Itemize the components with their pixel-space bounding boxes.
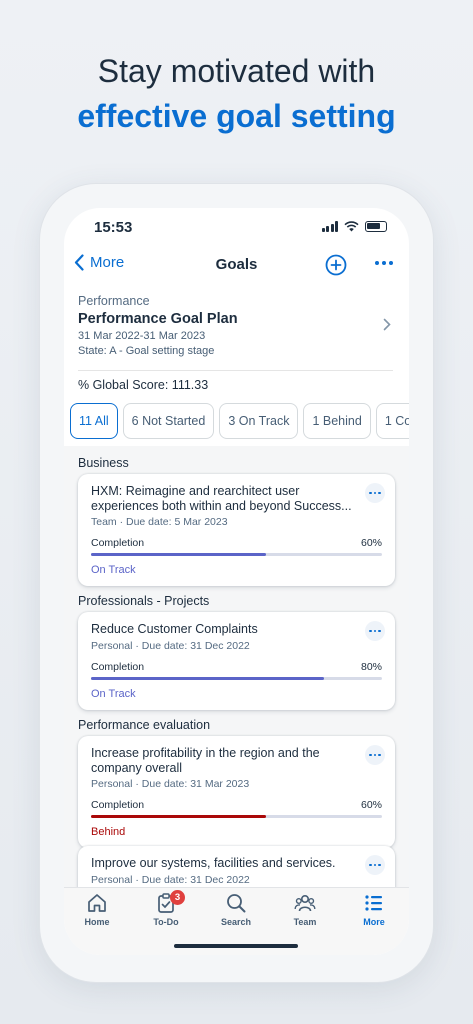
tab-label: Home — [84, 917, 110, 927]
promo-line-2: effective goal setting — [77, 98, 396, 134]
chevron-right-icon — [383, 318, 391, 331]
promo-headline: Stay motivated with effective goal setti… — [0, 50, 473, 140]
progress-fill — [91, 553, 266, 556]
status-time: 15:53 — [94, 219, 133, 236]
progress-bar — [91, 553, 382, 556]
goal-meta: Team · Due date: 5 Mar 2023 — [91, 516, 228, 528]
goal-more-button[interactable] — [365, 483, 385, 503]
promo-line-1: Stay motivated with — [97, 53, 376, 89]
more-options-button[interactable] — [375, 261, 393, 265]
goal-card[interactable]: Improve our systems, facilities and serv… — [78, 846, 395, 887]
menu-icon — [365, 895, 382, 911]
goal-status: On Track — [91, 687, 136, 700]
goal-meta: Personal · Due date: 31 Dec 2022 — [91, 639, 250, 652]
goal-title: Increase profitability in the region and… — [91, 746, 320, 775]
team-icon — [294, 894, 316, 912]
goal-meta: Personal · Due date: 31 Dec 2022 — [91, 873, 250, 886]
tab-search[interactable]: Search — [206, 892, 266, 927]
status-icons — [321, 221, 387, 232]
plan-category: Performance — [78, 294, 150, 308]
plan-title: Performance Goal Plan — [78, 311, 238, 327]
goal-meta: Personal · Due date: 31 Mar 2023 — [91, 778, 250, 790]
tab-home[interactable]: Home — [67, 892, 127, 927]
section-header: Professionals - Projects — [78, 594, 210, 608]
goal-more-button[interactable] — [365, 745, 385, 765]
tab-label: To-Do — [153, 917, 179, 927]
filter-chip-all[interactable]: 11 All — [70, 403, 118, 439]
filter-chip-not-started[interactable]: 6 Not Started — [122, 403, 215, 439]
goal-status: On Track — [91, 564, 136, 576]
progress-label: Completion — [91, 537, 145, 549]
tab-label: Team — [293, 917, 317, 927]
tab-more[interactable]: More — [344, 892, 404, 927]
tab-label: Search — [220, 917, 252, 927]
goal-more-button[interactable] — [365, 855, 385, 875]
progress-fill — [91, 676, 324, 680]
filter-chip-behind[interactable]: 1 Behind — [303, 403, 371, 439]
section-header: Performance evaluation — [78, 718, 211, 732]
progress-value: 80% — [360, 660, 382, 673]
page-title: Goals — [215, 256, 258, 273]
goal-title: Improve our systems, facilities and serv… — [91, 856, 336, 870]
phone-screen: 15:53 More Goals Performance Performance… — [64, 208, 409, 955]
home-indicator — [174, 944, 298, 948]
goal-card[interactable]: HXM: Reimagine and rearchitect user expe… — [78, 474, 395, 586]
progress-row: Completion 60% — [91, 537, 382, 549]
filter-chip-completed[interactable]: 1 Compl — [375, 403, 409, 439]
battery-icon — [365, 221, 387, 232]
filter-chip-on-track[interactable]: 3 On Track — [219, 403, 299, 439]
progress-value: 60% — [360, 537, 382, 549]
goal-title: HXM: Reimagine and rearchitect user expe… — [91, 484, 352, 513]
plan-state: State: A - Goal setting stage — [78, 345, 215, 357]
search-icon — [227, 894, 246, 913]
signal-icon — [321, 221, 338, 232]
progress-row: Completion 80% — [91, 661, 382, 673]
goal-status: Behind — [91, 826, 126, 838]
goal-title: Reduce Customer Complaints — [91, 622, 258, 636]
add-goal-button[interactable] — [325, 254, 347, 276]
goal-more-button[interactable] — [365, 621, 385, 641]
status-bar: 15:53 — [64, 208, 409, 248]
goal-list[interactable]: Business HXM: Reimagine and rearchitect … — [64, 446, 409, 887]
goal-card[interactable]: Reduce Customer Complaints Personal · Du… — [78, 612, 395, 710]
goal-plan-header[interactable]: Performance Performance Goal Plan 31 Mar… — [78, 294, 395, 357]
tab-bar: Home 3 To-Do Search Team More — [64, 887, 409, 955]
section-header: Business — [78, 456, 129, 470]
tab-todo[interactable]: 3 To-Do — [136, 890, 196, 927]
goal-card[interactable]: Increase profitability in the region and… — [78, 736, 395, 848]
progress-value: 60% — [360, 799, 382, 811]
tab-team[interactable]: Team — [275, 892, 335, 927]
progress-bar — [91, 676, 382, 680]
filter-chips: 11 All 6 Not Started 3 On Track 1 Behind… — [70, 403, 409, 439]
progress-bar — [91, 815, 382, 818]
wifi-icon — [344, 221, 359, 232]
global-score: % Global Score: 111.33 — [78, 370, 393, 392]
progress-label: Completion — [91, 660, 145, 673]
navigation-bar: More Goals — [64, 248, 409, 284]
home-icon — [88, 894, 106, 912]
progress-row: Completion 60% — [91, 799, 382, 811]
plan-dates: 31 Mar 2022-31 Mar 2023 — [78, 330, 206, 342]
todo-count-badge: 3 — [170, 890, 185, 905]
tab-label: More — [363, 917, 385, 927]
progress-label: Completion — [91, 799, 145, 811]
progress-fill — [91, 815, 266, 818]
